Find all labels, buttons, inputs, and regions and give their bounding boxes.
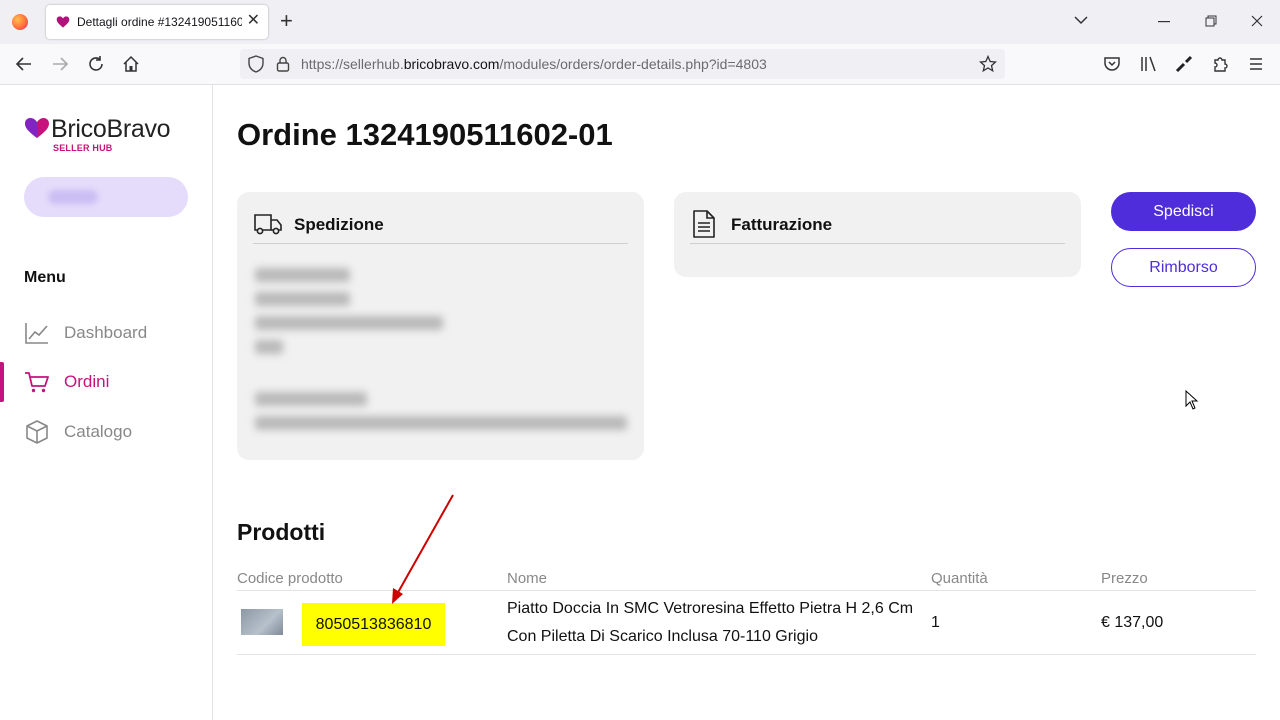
truck-icon	[254, 214, 282, 235]
sidebar-item-label: Ordini	[64, 372, 110, 391]
firefox-icon[interactable]	[12, 14, 28, 30]
page-title: Ordine 1324190511602-01	[237, 117, 613, 152]
hamburger-menu-icon[interactable]	[1245, 53, 1267, 75]
library-icon[interactable]	[1138, 53, 1160, 75]
sidebar-item-dashboard[interactable]: Dashboard	[0, 313, 212, 353]
cart-icon	[25, 372, 49, 393]
invoice-card: Fatturazione	[674, 192, 1081, 277]
column-header-code: Codice prodotto	[237, 570, 343, 587]
tab-title: Dettagli ordine #1324190511602	[77, 15, 242, 29]
product-quantity: 1	[931, 614, 940, 631]
lock-icon[interactable]	[276, 56, 290, 72]
reload-icon[interactable]	[85, 53, 107, 75]
products-title: Prodotti	[237, 519, 326, 545]
logo-text: BricoBravo	[51, 115, 171, 143]
blurred-address-line	[255, 316, 443, 330]
url-text[interactable]: https://sellerhub.bricobravo.com/modules…	[301, 56, 767, 72]
shipping-card-header: Spedizione	[253, 208, 628, 244]
shipping-card: Spedizione	[237, 192, 644, 460]
product-price: € 137,00	[1101, 614, 1164, 631]
chart-line-icon	[25, 323, 48, 344]
invoice-label: Fatturazione	[731, 215, 833, 234]
blurred-address-line	[255, 340, 283, 354]
minimize-icon[interactable]	[1158, 21, 1170, 23]
product-thumbnail[interactable]	[241, 609, 283, 635]
column-header-quantity: Quantità	[931, 570, 988, 587]
blurred-username	[48, 190, 98, 204]
mouse-cursor-icon	[1185, 390, 1199, 410]
logo-subtitle: SELLER HUB	[53, 143, 113, 153]
logo-heart-icon	[25, 118, 49, 138]
browser-tab[interactable]: Dettagli ordine #1324190511602 ✕	[46, 5, 268, 39]
bricobravo-favicon-icon	[56, 16, 70, 28]
browser-tab-bar: Dettagli ordine #1324190511602 ✕ +	[0, 0, 1280, 44]
pocket-icon[interactable]	[1101, 53, 1123, 75]
tracking-protection-icon[interactable]	[248, 55, 264, 73]
home-icon[interactable]	[120, 53, 142, 75]
blurred-contact-line	[255, 416, 627, 430]
sidebar-item-catalogo[interactable]: Catalogo	[0, 412, 212, 452]
url-bar[interactable]: https://sellerhub.bricobravo.com/modules…	[240, 49, 1005, 79]
menu-title: Menu	[24, 269, 66, 286]
sidebar: BricoBravo SELLER HUB Menu Dashboard Ord…	[0, 85, 213, 720]
restore-icon[interactable]	[1205, 15, 1217, 27]
document-icon	[693, 210, 715, 238]
bricobravo-logo[interactable]: BricoBravo SELLER HUB	[24, 115, 194, 155]
new-tab-icon[interactable]: +	[280, 10, 293, 32]
shipping-label: Spedizione	[294, 215, 384, 234]
main-content: Ordine 1324190511602-01 Spedizione Fattu…	[213, 85, 1280, 720]
tab-close-icon[interactable]: ✕	[247, 12, 260, 30]
invoice-card-header: Fatturazione	[690, 208, 1065, 244]
annotation-arrow	[392, 494, 454, 604]
blurred-address-line	[255, 292, 350, 306]
column-header-price: Prezzo	[1101, 570, 1148, 587]
sidebar-item-ordini[interactable]: Ordini	[0, 362, 212, 402]
column-header-name: Nome	[507, 570, 548, 587]
window-close-icon[interactable]	[1251, 15, 1263, 27]
table-divider	[237, 654, 1256, 655]
extensions-puzzle-icon[interactable]	[1209, 53, 1231, 75]
blurred-contact-line	[255, 392, 367, 406]
back-icon[interactable]	[13, 53, 35, 75]
extension-tool-icon[interactable]	[1173, 53, 1195, 75]
sidebar-item-label: Dashboard	[64, 323, 148, 342]
ship-button[interactable]: Spedisci	[1111, 192, 1256, 231]
active-indicator	[0, 362, 4, 402]
blurred-address-line	[255, 268, 350, 282]
browser-nav-bar: https://sellerhub.bricobravo.com/modules…	[0, 44, 1280, 85]
product-name: Piatto Doccia In SMC Vetroresina Effetto…	[507, 600, 914, 645]
box-icon	[26, 420, 48, 444]
user-account-pill[interactable]	[24, 177, 188, 217]
sidebar-item-label: Catalogo	[64, 422, 133, 441]
list-all-tabs-icon[interactable]	[1074, 15, 1088, 25]
bookmark-star-icon[interactable]	[979, 55, 997, 73]
forward-icon[interactable]	[49, 53, 71, 75]
refund-button[interactable]: Rimborso	[1111, 248, 1256, 287]
